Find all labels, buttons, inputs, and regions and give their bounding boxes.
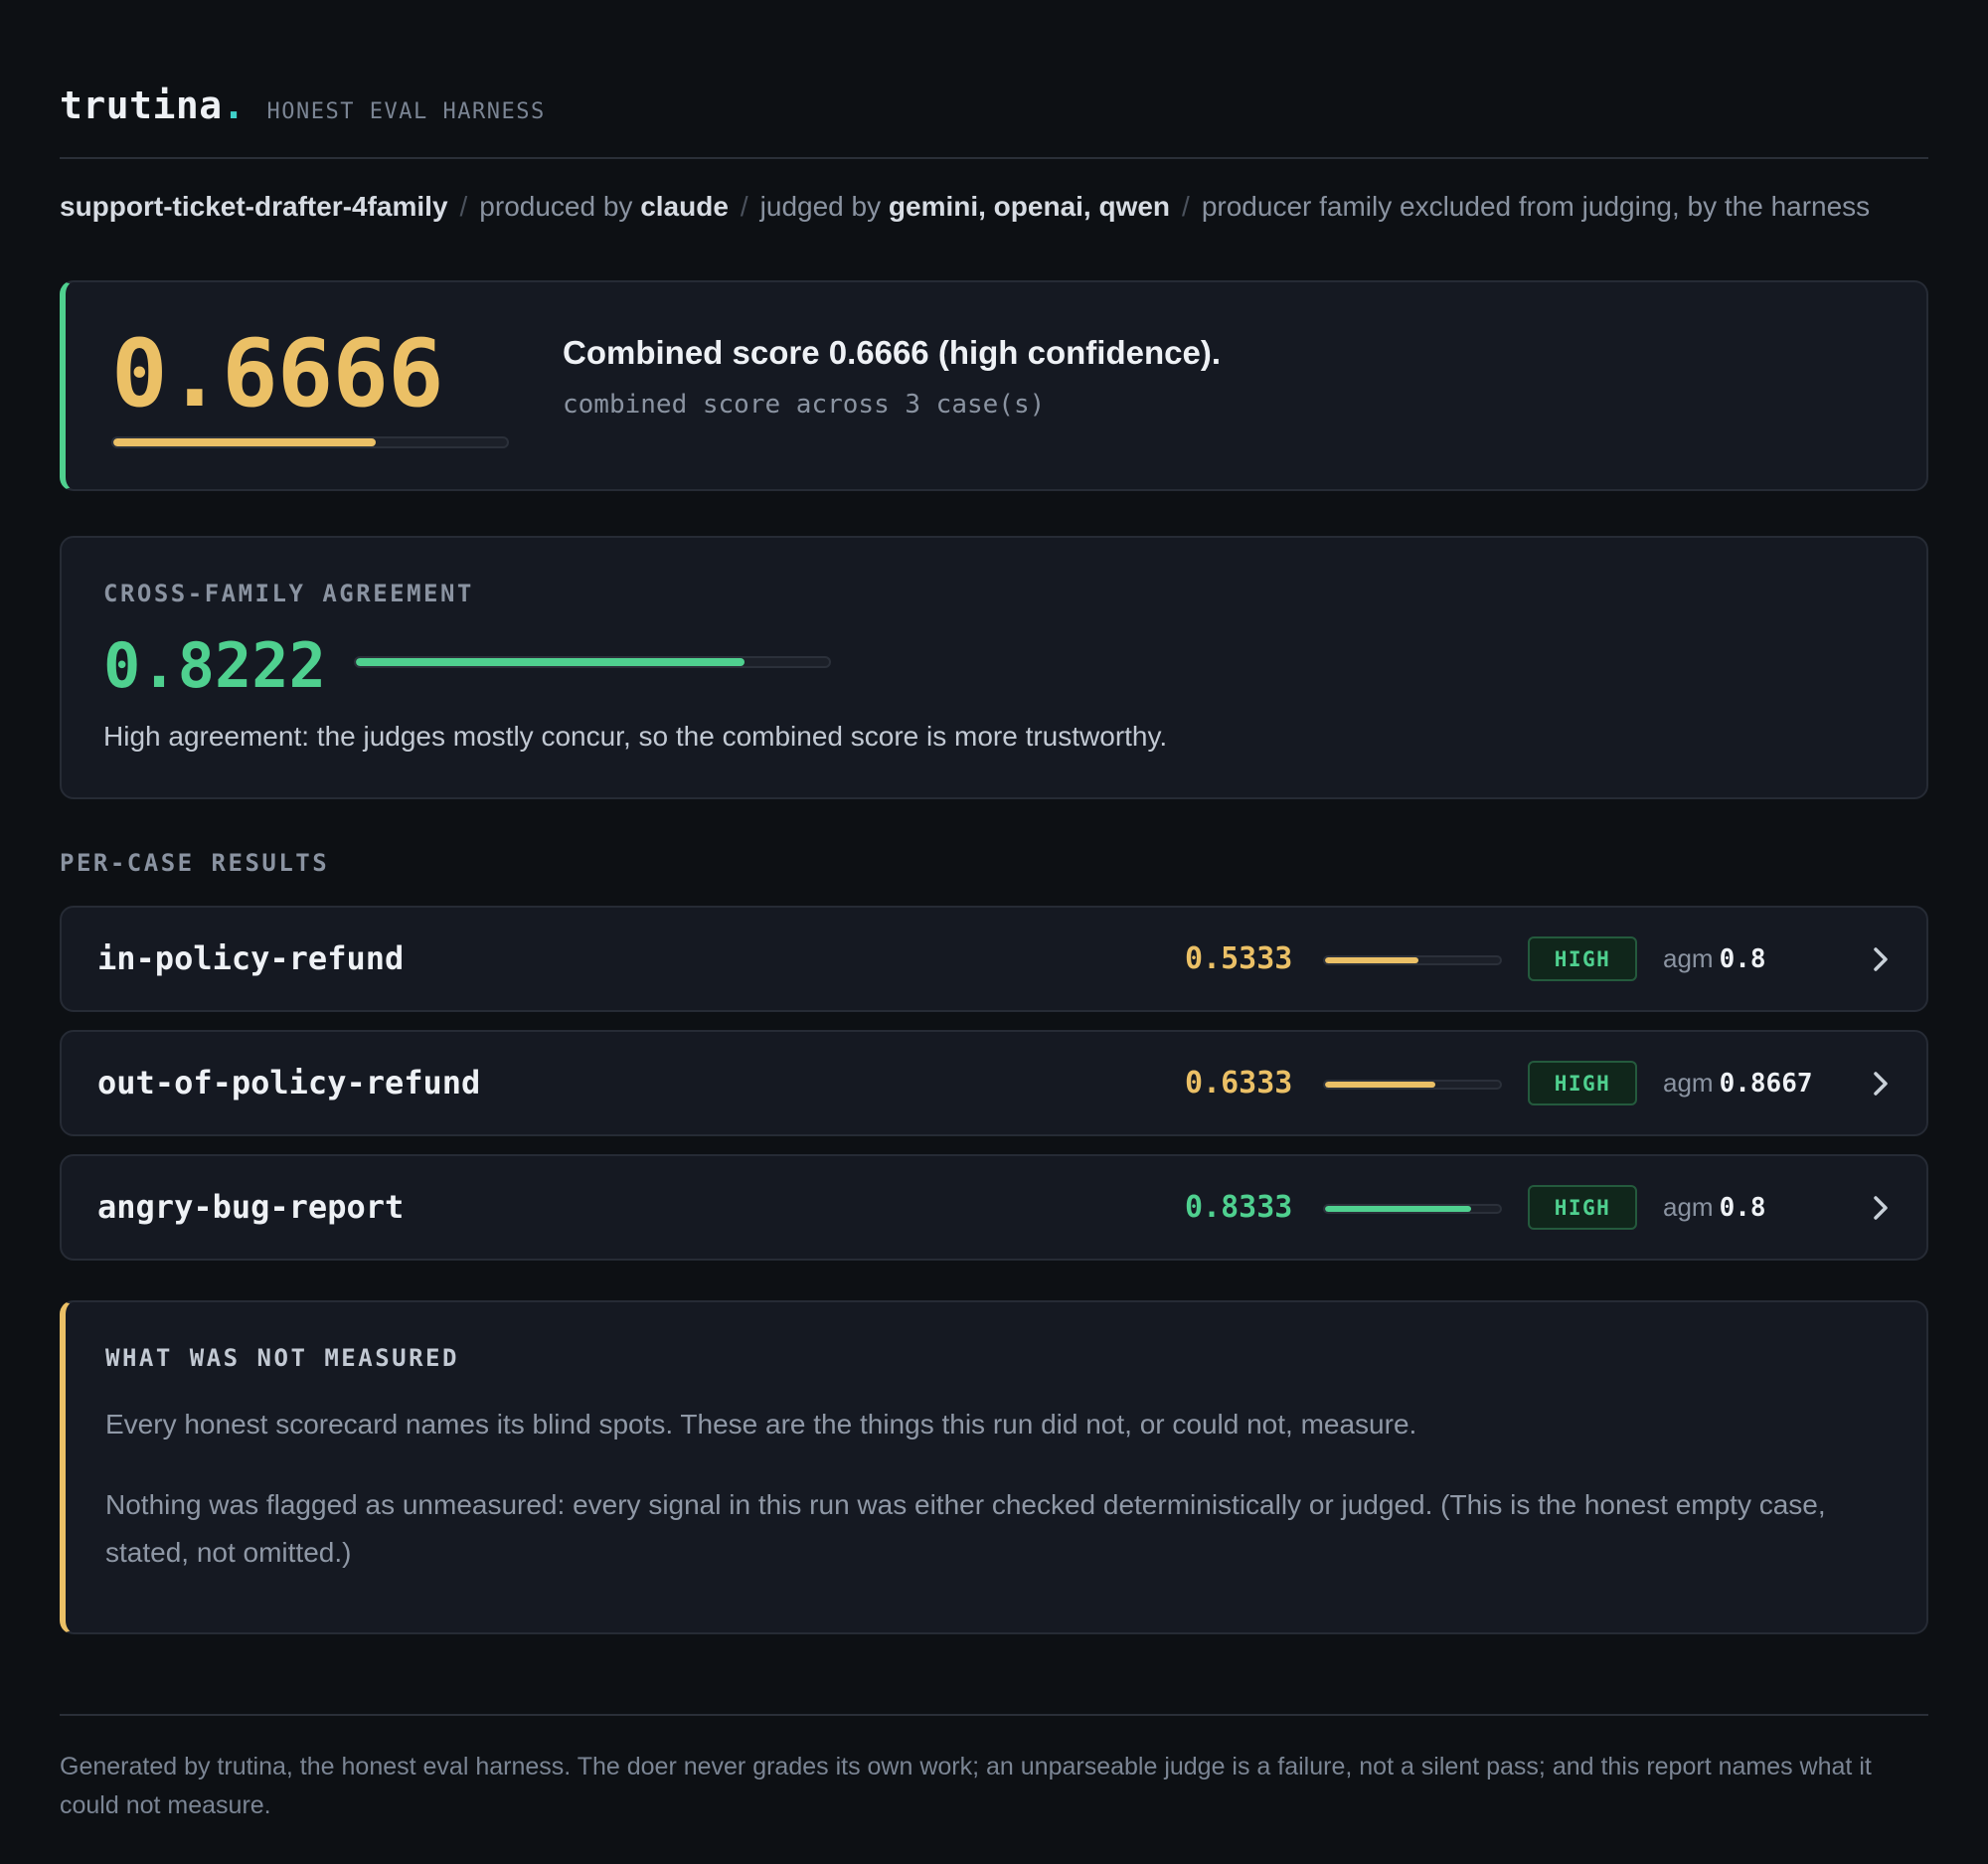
case-name: out-of-policy-refund xyxy=(97,1064,481,1101)
case-score-bar-fill xyxy=(1325,957,1418,963)
judge-names: gemini, openai, qwen xyxy=(888,191,1171,222)
breadcrumb-separator: / xyxy=(1182,191,1190,222)
agm-label: agm xyxy=(1663,1068,1714,1098)
not-measured-body: Nothing was flagged as unmeasured: every… xyxy=(105,1489,1826,1568)
not-measured-intro: Every honest scorecard names its blind s… xyxy=(105,1409,1417,1440)
not-measured-heading: WHAT WAS NOT MEASURED xyxy=(105,1344,459,1372)
produced-by-label: produced by xyxy=(479,191,641,222)
not-measured-card: WHAT WAS NOT MEASURED Every honest score… xyxy=(60,1300,1928,1634)
case-score-bar-fill xyxy=(1325,1206,1471,1212)
combined-score-bar xyxy=(111,436,509,448)
brand-logo[interactable]: trutina xyxy=(60,84,223,127)
case-agreement: agm 0.8 xyxy=(1663,943,1766,974)
confidence-badge: HIGH xyxy=(1528,1061,1637,1105)
agm-value: 0.8 xyxy=(1719,1193,1766,1223)
combined-score-card: 0.6666 Combined score 0.6666 (high confi… xyxy=(60,280,1928,491)
agm-value: 0.8 xyxy=(1719,944,1766,974)
case-name: in-policy-refund xyxy=(97,939,405,977)
case-score-bar xyxy=(1323,1080,1502,1090)
chevron-right-icon[interactable] xyxy=(1865,943,1897,975)
combined-score-bar-fill xyxy=(113,438,376,446)
footer-divider xyxy=(60,1714,1928,1716)
producer-name: claude xyxy=(640,191,729,222)
agm-label: agm xyxy=(1663,1192,1714,1222)
case-agreement: agm 0.8 xyxy=(1663,1192,1766,1223)
case-row[interactable]: out-of-policy-refund 0.6333 HIGH agm 0.86… xyxy=(60,1030,1928,1136)
case-score-bar xyxy=(1323,1204,1502,1214)
suite-name: support-ticket-drafter-4family xyxy=(60,191,448,222)
confidence-badge: HIGH xyxy=(1528,936,1637,981)
brand-dot: . xyxy=(222,84,246,127)
tagline: HONEST EVAL HARNESS xyxy=(266,99,546,124)
agreement-label: CROSS-FAMILY AGREEMENT xyxy=(103,580,474,607)
agm-value: 0.8667 xyxy=(1719,1069,1813,1099)
breadcrumb-separator: / xyxy=(459,191,468,222)
agreement-card: CROSS-FAMILY AGREEMENT 0.8222 High agree… xyxy=(60,536,1928,799)
agreement-bar xyxy=(354,656,831,668)
per-case-heading: PER-CASE RESULTS xyxy=(60,849,330,877)
combined-score-value: 0.6666 xyxy=(111,320,444,428)
agm-label: agm xyxy=(1663,943,1714,973)
case-score-bar xyxy=(1323,955,1502,965)
case-score: 0.5333 xyxy=(1185,941,1293,976)
case-name: angry-bug-report xyxy=(97,1188,405,1226)
judged-by-label: judged by xyxy=(759,191,889,222)
case-score: 0.6333 xyxy=(1185,1066,1293,1101)
exclusion-note: producer family excluded from judging, b… xyxy=(1201,191,1871,222)
confidence-badge: HIGH xyxy=(1528,1185,1637,1230)
chevron-right-icon[interactable] xyxy=(1865,1068,1897,1100)
case-agreement: agm 0.8667 xyxy=(1663,1068,1813,1099)
footer-text: Generated by trutina, the honest eval ha… xyxy=(60,1753,1872,1819)
header-divider xyxy=(60,157,1928,159)
case-score: 0.8333 xyxy=(1185,1190,1293,1225)
brand-header: trutina. HONEST EVAL HARNESS xyxy=(60,84,546,127)
case-score-bar-fill xyxy=(1325,1082,1436,1088)
case-row[interactable]: angry-bug-report 0.8333 HIGH agm 0.8 xyxy=(60,1154,1928,1261)
combined-score-title: Combined score 0.6666 (high confidence). xyxy=(563,334,1221,371)
agreement-bar-fill xyxy=(356,658,746,666)
case-row[interactable]: in-policy-refund 0.5333 HIGH agm 0.8 xyxy=(60,906,1928,1012)
agreement-score-value: 0.8222 xyxy=(103,629,326,702)
combined-score-subtitle: combined score across 3 case(s) xyxy=(563,390,1046,420)
agreement-note: High agreement: the judges mostly concur… xyxy=(103,721,1168,752)
breadcrumb: support-ticket-drafter-4family / produced … xyxy=(60,191,1870,223)
breadcrumb-separator: / xyxy=(740,191,748,222)
chevron-right-icon[interactable] xyxy=(1865,1192,1897,1224)
